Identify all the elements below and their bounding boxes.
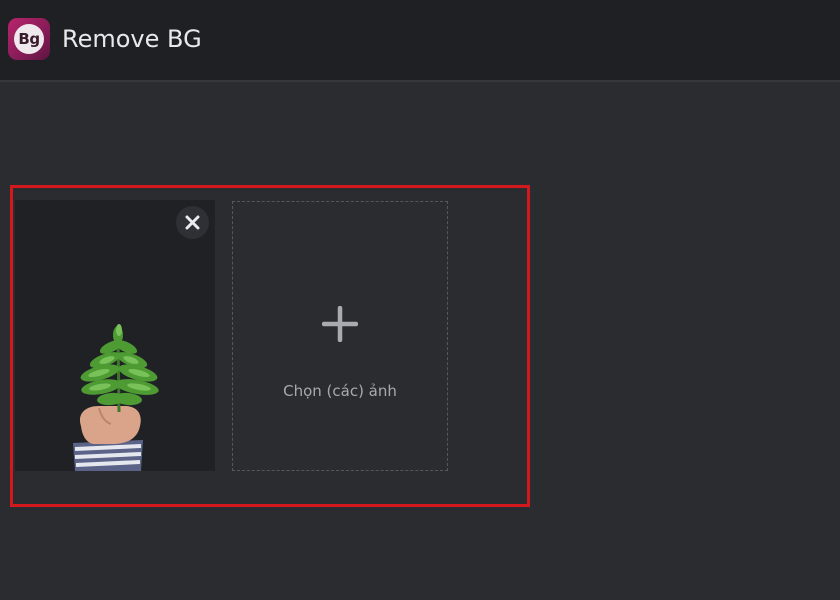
app-header: Bg Remove BG — [0, 0, 840, 82]
add-images-label: Chọn (các) ảnh — [283, 382, 397, 400]
logo-mark: Bg — [14, 24, 44, 54]
add-images-button[interactable]: Chọn (các) ảnh — [232, 201, 448, 471]
remove-image-button[interactable] — [176, 206, 209, 239]
close-icon — [185, 215, 200, 230]
app-logo: Bg — [8, 18, 50, 60]
uploaded-image-thumbnail[interactable] — [15, 200, 215, 471]
app-title: Remove BG — [62, 25, 202, 53]
plus-icon — [322, 306, 358, 342]
fern-photo — [73, 324, 159, 471]
